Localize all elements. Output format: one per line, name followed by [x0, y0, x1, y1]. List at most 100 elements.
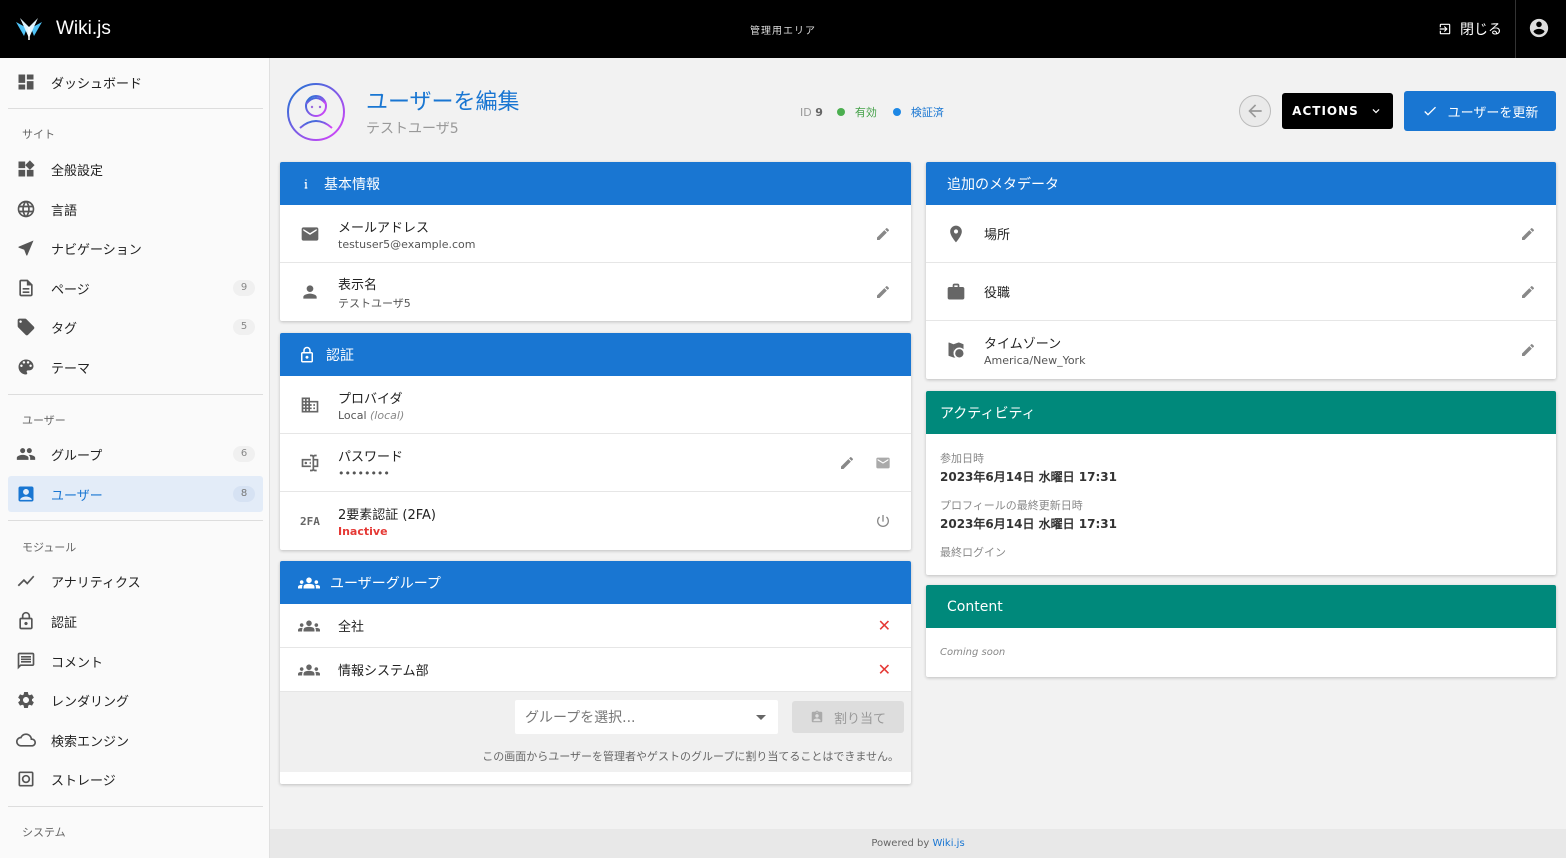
- sidebar-item-analytics[interactable]: アナリティクス: [8, 563, 263, 599]
- card-header: Content: [926, 585, 1556, 628]
- card-title: 追加のメタデータ: [947, 176, 1059, 193]
- power-icon[interactable]: [875, 513, 891, 529]
- groups-icon: [298, 620, 320, 631]
- edit-pencil-icon[interactable]: [875, 226, 891, 242]
- verified-dot-icon: [892, 108, 901, 116]
- topbar-divider: [1515, 0, 1516, 58]
- sidebar-item-groups[interactable]: グループ 6: [8, 436, 263, 472]
- user-id-value: 9: [815, 105, 823, 119]
- page-subtitle: テストユーザ5: [366, 121, 459, 137]
- close-admin-button[interactable]: 閉じる: [1438, 14, 1502, 44]
- count-badge: 9: [233, 280, 255, 296]
- sidebar-divider: [8, 520, 263, 521]
- two-factor-icon: 2FA: [300, 514, 320, 528]
- activity-card: アクティビティ 参加日時 2023年6月14日 水曜日 17:31 プロフィール…: [926, 391, 1556, 575]
- updated-label: プロフィールの最終更新日時: [940, 499, 1083, 512]
- sidebar-item-label: レンダリング: [51, 694, 130, 710]
- footer-link[interactable]: Wiki.js: [932, 838, 964, 849]
- card-header: 追加のメタデータ: [926, 162, 1556, 205]
- sidebar-item-comments[interactable]: コメント: [8, 643, 263, 679]
- timezone-row[interactable]: タイムゾーン America/New_York: [926, 321, 1556, 379]
- lock-icon: [301, 346, 313, 362]
- group-name: 全社: [338, 620, 365, 635]
- update-user-button[interactable]: ユーザーを更新: [1404, 91, 1556, 131]
- display-name-row[interactable]: 表示名 テストユーザ5: [280, 263, 911, 321]
- sidebar-item-label: 検索エンジン: [51, 734, 130, 750]
- active-dot-icon: [836, 108, 845, 116]
- basic-info-card: 基本情報 メールアドレス testuser5@example.com 表示名 テ…: [280, 162, 911, 321]
- brand[interactable]: Wiki.js: [0, 14, 300, 44]
- joined-label: 参加日時: [940, 452, 984, 465]
- sidebar-item-navigation[interactable]: ナビゲーション: [8, 230, 263, 266]
- provider-label: プロバイダ: [338, 391, 403, 407]
- assign-note: この画面からユーザーを管理者やゲストのグループに割り当てることはできません。: [482, 750, 899, 763]
- sidebar-item-auth[interactable]: 認証: [8, 603, 263, 639]
- navigation-icon: [18, 240, 34, 256]
- user-status-row: ID 9 有効 検証済: [800, 104, 944, 120]
- remove-group-icon[interactable]: ✕: [878, 616, 891, 635]
- edit-pencil-icon[interactable]: [1520, 342, 1536, 358]
- auth-card: 認証 プロバイダ Local (local) パスワード •••••••• 2F…: [280, 333, 911, 550]
- page-icon: [19, 279, 33, 297]
- group-select[interactable]: グループを選択...: [515, 700, 778, 734]
- sidebar-item-tags[interactable]: タグ 5: [8, 309, 263, 345]
- sidebar-item-pages[interactable]: ページ 9: [8, 270, 263, 306]
- sidebar-item-locale[interactable]: 言語: [8, 191, 263, 227]
- account-icon[interactable]: [1528, 17, 1550, 39]
- sidebar-item-dashboard[interactable]: ダッシュボード: [8, 64, 263, 100]
- groups-icon: [16, 448, 36, 460]
- arrow-left-icon: [1248, 104, 1262, 118]
- page-title: ユーザーを編集: [366, 89, 520, 114]
- edit-pencil-icon[interactable]: [1520, 284, 1536, 300]
- sidebar-item-search-engine[interactable]: 検索エンジン: [8, 722, 263, 758]
- sidebar-item-storage[interactable]: ストレージ: [8, 761, 263, 797]
- location-row[interactable]: 場所: [926, 205, 1556, 263]
- group-select-placeholder: グループを選択...: [525, 710, 636, 726]
- assign-button[interactable]: 割り当て: [792, 701, 904, 733]
- email-row[interactable]: メールアドレス testuser5@example.com: [280, 205, 911, 263]
- sidebar-item-label: アナリティクス: [51, 575, 141, 591]
- section-heading-modules: モジュール: [22, 541, 77, 554]
- provider-row: プロバイダ Local (local): [280, 376, 911, 434]
- remove-group-icon[interactable]: ✕: [878, 660, 891, 679]
- palette-icon: [18, 359, 34, 375]
- dropdown-caret-icon: [756, 715, 766, 720]
- sidebar-item-theme[interactable]: テーマ: [8, 349, 263, 385]
- sidebar-item-general[interactable]: 全般設定: [8, 151, 263, 187]
- card-title: アクティビティ: [940, 405, 1036, 422]
- sidebar-item-users[interactable]: ユーザー 8: [8, 476, 263, 512]
- chevron-down-icon: [1372, 109, 1380, 114]
- edit-pencil-icon[interactable]: [1520, 226, 1536, 242]
- close-label: 閉じる: [1460, 22, 1502, 38]
- actions-button[interactable]: ACTIONS: [1282, 93, 1393, 129]
- back-button[interactable]: [1239, 95, 1271, 127]
- globe-icon: [17, 200, 35, 218]
- location-label: 場所: [984, 228, 1011, 243]
- joined-value: 2023年6月14日 水曜日 17:31: [940, 470, 1118, 484]
- mail-icon[interactable]: [875, 455, 891, 471]
- user-avatar-icon: [287, 83, 345, 141]
- sidebar-item-label: グループ: [51, 448, 103, 464]
- sidebar-divider: [8, 806, 263, 807]
- map-marker-icon: [950, 225, 962, 242]
- sidebar-item-label: ユーザー: [51, 488, 103, 504]
- building-icon: [301, 397, 319, 412]
- sidebar-item-rendering[interactable]: レンダリング: [8, 682, 263, 718]
- brand-name: Wiki.js: [56, 18, 111, 39]
- group-item: 全社 ✕: [280, 604, 911, 648]
- edit-pencil-icon[interactable]: [839, 455, 855, 471]
- actions-label: ACTIONS: [1292, 104, 1359, 118]
- edit-pencil-icon[interactable]: [875, 284, 891, 300]
- job-title-row[interactable]: 役職: [926, 263, 1556, 321]
- count-badge: 6: [233, 446, 255, 462]
- form-textbox-password-icon: [301, 454, 319, 471]
- user-id: ID 9: [800, 106, 823, 119]
- sidebar-item-label: テーマ: [51, 361, 91, 377]
- section-heading-site: サイト: [22, 128, 55, 141]
- analytics-icon: [17, 575, 35, 587]
- groups-icon: [298, 577, 320, 588]
- assign-group-area: グループを選択... 割り当て この画面からユーザーを管理者やゲストのグループに…: [280, 692, 911, 772]
- mail-icon: [301, 226, 319, 241]
- section-heading-users: ユーザー: [22, 414, 66, 427]
- tags-icon: [17, 318, 35, 336]
